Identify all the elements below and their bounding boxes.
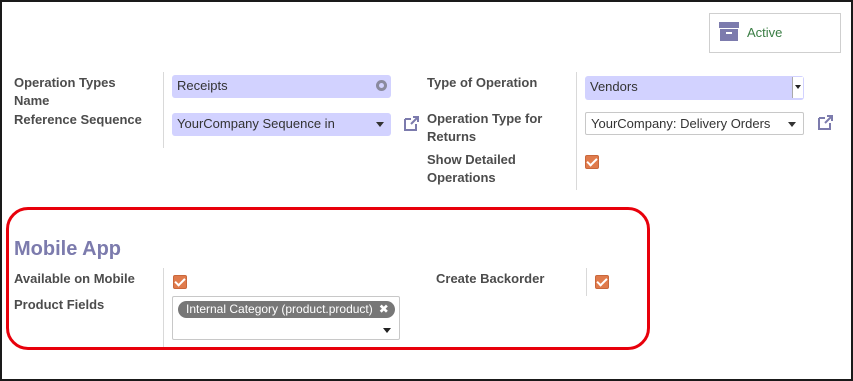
chevron-down-icon[interactable] bbox=[383, 328, 391, 333]
divider bbox=[163, 72, 164, 148]
product-fields-label: Product Fields bbox=[14, 297, 105, 312]
external-link-icon[interactable] bbox=[402, 114, 421, 133]
type-of-operation-label: Type of Operation bbox=[427, 75, 538, 90]
create-backorder-label: Create Backorder bbox=[436, 271, 545, 286]
external-link-icon[interactable] bbox=[816, 113, 835, 132]
operation-types-name-label: Operation Types Name bbox=[14, 75, 116, 108]
return-type-label: Operation Type for Returns bbox=[427, 111, 543, 144]
chevron-down-icon bbox=[792, 77, 803, 98]
available-on-mobile-label: Available on Mobile bbox=[14, 271, 135, 286]
divider bbox=[576, 72, 577, 190]
form-sheet bbox=[0, 0, 853, 381]
show-detailed-operations-checkbox[interactable] bbox=[585, 155, 599, 169]
active-label: Active bbox=[747, 25, 783, 40]
chevron-down-icon bbox=[376, 122, 384, 127]
available-on-mobile-checkbox[interactable] bbox=[173, 275, 187, 289]
type-of-operation-value: Vendors bbox=[590, 79, 638, 94]
product-fields-input[interactable]: Internal Category (product.product) ✖ bbox=[172, 296, 400, 340]
operation-types-name-value: Receipts bbox=[177, 78, 228, 93]
product-field-tag: Internal Category (product.product) ✖ bbox=[178, 301, 395, 318]
reference-sequence-value: YourCompany Sequence in bbox=[177, 116, 335, 131]
chevron-down-icon bbox=[788, 122, 796, 127]
archive-icon bbox=[719, 22, 739, 41]
active-toggle-button[interactable]: Active bbox=[709, 13, 841, 53]
return-type-value: YourCompany: Delivery Orders bbox=[591, 116, 771, 131]
divider bbox=[163, 268, 164, 348]
reference-sequence-label: Reference Sequence bbox=[14, 112, 142, 127]
product-field-tag-label: Internal Category (product.product) bbox=[186, 302, 373, 316]
type-of-operation-select[interactable]: Vendors bbox=[585, 76, 804, 100]
create-backorder-checkbox[interactable] bbox=[595, 275, 609, 289]
section-title-mobile-app: Mobile App bbox=[14, 238, 122, 260]
reference-sequence-select[interactable]: YourCompany Sequence in bbox=[172, 113, 391, 136]
divider bbox=[586, 268, 587, 296]
operation-types-name-input[interactable]: Receipts bbox=[172, 75, 391, 98]
show-detailed-operations-label: Show Detailed Operations bbox=[427, 152, 516, 185]
translate-globe-icon[interactable] bbox=[376, 80, 387, 91]
return-type-select[interactable]: YourCompany: Delivery Orders bbox=[585, 112, 804, 135]
close-icon[interactable]: ✖ bbox=[379, 301, 389, 318]
